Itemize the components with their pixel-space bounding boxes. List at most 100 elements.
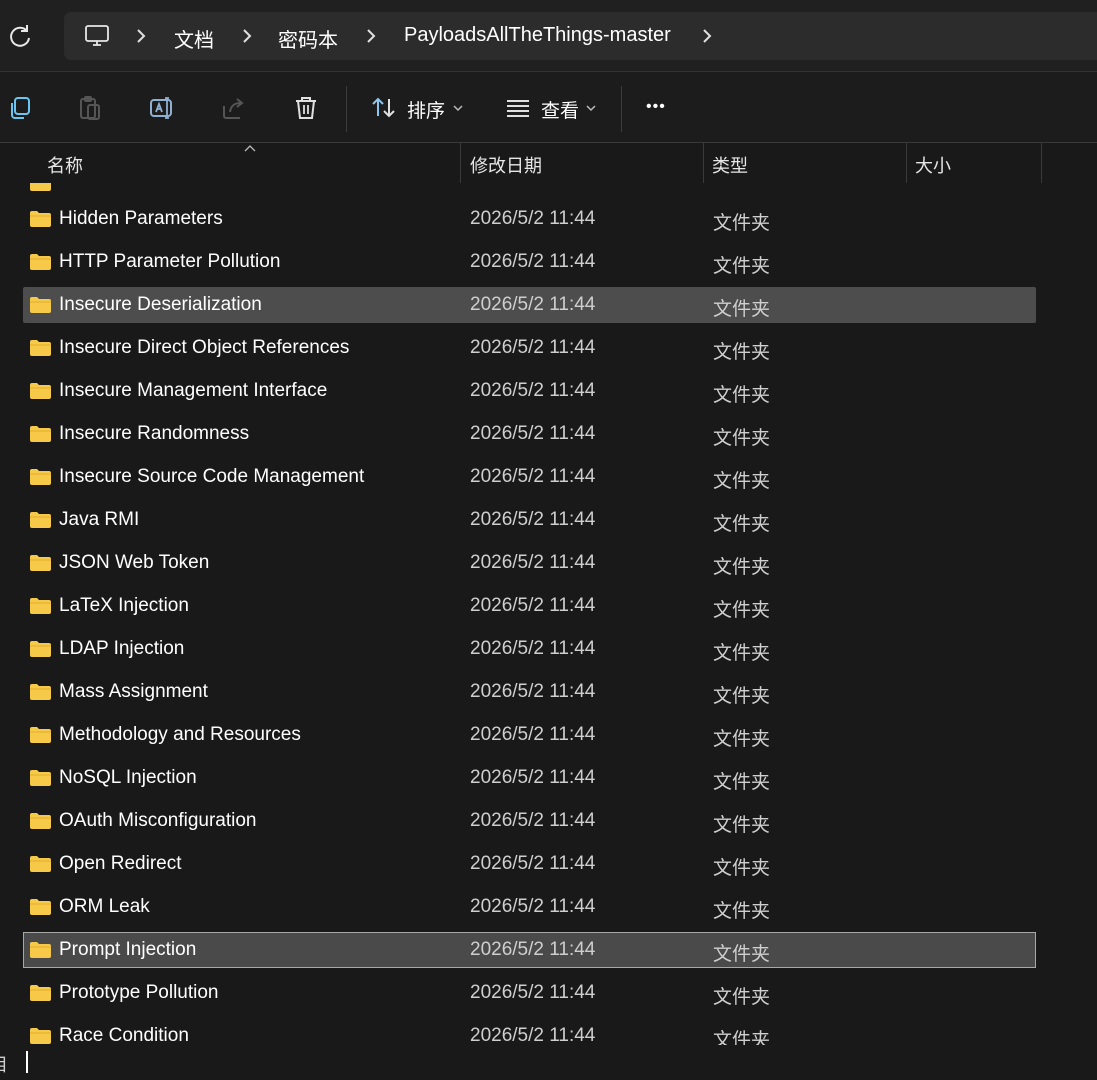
column-divider[interactable] xyxy=(906,143,907,183)
file-name[interactable]: Insecure Source Code Management xyxy=(59,466,364,488)
file-name[interactable]: Methodology and Resources xyxy=(59,724,301,746)
file-type: 文件夹 xyxy=(713,256,771,277)
folder-icon xyxy=(30,641,51,657)
file-date: 2026/5/2 11:44 xyxy=(470,208,596,229)
list-item[interactable]: Open Redirect 2026/5/2 11:44 文件夹 xyxy=(23,846,1036,882)
list-item[interactable]: Insecure Deserialization 2026/5/2 11:44 文件… xyxy=(23,287,1036,323)
list-item[interactable]: Insecure Management Interface 2026/5/2 11… xyxy=(23,373,1036,409)
file-name[interactable]: Race Condition xyxy=(59,1025,189,1045)
file-date: 2026/5/2 11:44 xyxy=(470,939,596,960)
file-date: 2026/5/2 11:44 xyxy=(470,896,596,917)
computer-icon[interactable] xyxy=(84,23,110,49)
column-name[interactable]: 名称 xyxy=(47,152,83,178)
list-item[interactable]: Insecure Source Code Management 2026/5/2 … xyxy=(23,459,1036,495)
column-divider[interactable] xyxy=(703,143,704,183)
command-bar: 排序 查看 ••• xyxy=(0,72,1097,143)
list-item[interactable]: ORM Leak 2026/5/2 11:44 文件夹 xyxy=(23,889,1036,925)
file-name[interactable]: Open Redirect xyxy=(59,853,182,875)
file-type: 文件夹 xyxy=(713,299,771,320)
file-name[interactable]: JSON Web Token xyxy=(59,552,209,574)
file-type: 文件夹 xyxy=(713,858,771,879)
list-item[interactable]: Prototype Pollution 2026/5/2 11:44 文件夹 xyxy=(23,975,1036,1011)
rename-icon[interactable] xyxy=(148,94,176,122)
address-bar-area: 文档 密码本 PayloadsAllTheThings-master xyxy=(0,0,1097,72)
list-item[interactable]: LaTeX Injection 2026/5/2 11:44 文件夹 xyxy=(23,588,1036,624)
column-size[interactable]: 大小 xyxy=(915,152,951,178)
list-item[interactable]: Methodology and Resources 2026/5/2 11:44 文… xyxy=(23,717,1036,753)
file-name[interactable]: LaTeX Injection xyxy=(59,595,189,617)
file-date: 2026/5/2 11:44 xyxy=(470,724,596,745)
list-item[interactable]: HTTP Parameter Pollution 2026/5/2 11:44 文件… xyxy=(23,244,1036,280)
chevron-down-icon[interactable] xyxy=(452,104,464,112)
folder-icon xyxy=(30,813,51,829)
file-type: 文件夹 xyxy=(713,342,771,363)
file-name[interactable]: NoSQL Injection xyxy=(59,767,197,789)
folder-icon xyxy=(30,942,51,958)
breadcrumb[interactable]: 文档 密码本 PayloadsAllTheThings-master xyxy=(64,12,1097,60)
delete-icon[interactable] xyxy=(292,94,320,122)
copy-icon[interactable] xyxy=(6,94,34,122)
folder-icon xyxy=(30,598,51,614)
text-caret xyxy=(26,1051,28,1073)
divider xyxy=(621,86,622,132)
breadcrumb-item-password-book[interactable]: 密码本 xyxy=(278,24,338,53)
file-type: 文件夹 xyxy=(713,729,771,750)
chevron-right-icon[interactable] xyxy=(364,27,378,45)
file-type: 文件夹 xyxy=(713,643,771,664)
paste-icon[interactable] xyxy=(76,94,104,122)
list-item[interactable]: NoSQL Injection 2026/5/2 11:44 文件夹 xyxy=(23,760,1036,796)
chevron-right-icon[interactable] xyxy=(240,27,254,45)
list-item[interactable]: LDAP Injection 2026/5/2 11:44 文件夹 xyxy=(23,631,1036,667)
file-name[interactable]: HTTP Parameter Pollution xyxy=(59,251,280,273)
file-date: 2026/5/2 11:44 xyxy=(470,681,596,702)
file-type: 文件夹 xyxy=(713,944,771,965)
breadcrumb-item-documents[interactable]: 文档 xyxy=(174,24,214,53)
list-item[interactable]: OAuth Misconfiguration 2026/5/2 11:44 文件夹 xyxy=(23,803,1036,839)
file-list[interactable]: Hidden Parameters 2026/5/2 11:44 文件夹 HTTP P… xyxy=(0,183,1097,1045)
share-icon[interactable] xyxy=(220,94,248,122)
list-item[interactable]: Mass Assignment 2026/5/2 11:44 文件夹 xyxy=(23,674,1036,710)
sort-button[interactable]: 排序 xyxy=(407,96,445,123)
file-date: 2026/5/2 11:44 xyxy=(470,251,596,272)
folder-icon xyxy=(30,512,51,528)
file-name[interactable]: Insecure Management Interface xyxy=(59,380,327,402)
column-divider[interactable] xyxy=(1041,143,1042,183)
column-type[interactable]: 类型 xyxy=(712,152,748,178)
column-date[interactable]: 修改日期 xyxy=(470,152,542,178)
sort-ascending-icon xyxy=(244,145,256,152)
file-name[interactable]: Mass Assignment xyxy=(59,681,208,703)
list-item-partial[interactable] xyxy=(23,183,1036,201)
file-name[interactable]: Insecure Direct Object References xyxy=(59,337,349,359)
list-item[interactable]: JSON Web Token 2026/5/2 11:44 文件夹 xyxy=(23,545,1036,581)
file-name[interactable]: Prompt Injection xyxy=(59,939,196,961)
list-item[interactable]: Insecure Randomness 2026/5/2 11:44 文件夹 xyxy=(23,416,1036,452)
folder-icon xyxy=(30,727,51,743)
list-item[interactable]: Race Condition 2026/5/2 11:44 文件夹 xyxy=(23,1018,1036,1045)
file-name[interactable]: Java RMI xyxy=(59,509,139,531)
file-name[interactable]: Hidden Parameters xyxy=(59,208,223,230)
file-name[interactable]: LDAP Injection xyxy=(59,638,184,660)
file-name[interactable]: ORM Leak xyxy=(59,896,150,918)
chevron-right-icon[interactable] xyxy=(134,27,148,45)
file-name[interactable]: Insecure Deserialization xyxy=(59,294,262,316)
view-icon[interactable] xyxy=(504,94,532,122)
file-type: 文件夹 xyxy=(713,901,771,922)
file-type: 文件夹 xyxy=(713,1030,771,1045)
more-options-button[interactable]: ••• xyxy=(646,98,666,116)
list-item[interactable]: Hidden Parameters 2026/5/2 11:44 文件夹 xyxy=(23,201,1036,237)
chevron-right-icon[interactable] xyxy=(700,27,714,45)
view-button[interactable]: 查看 xyxy=(541,96,579,123)
file-name[interactable]: Insecure Randomness xyxy=(59,423,249,445)
folder-icon xyxy=(30,426,51,442)
file-name[interactable]: OAuth Misconfiguration xyxy=(59,810,257,832)
list-item[interactable]: Java RMI 2026/5/2 11:44 文件夹 xyxy=(23,502,1036,538)
list-item[interactable]: Insecure Direct Object References 2026/5/… xyxy=(23,330,1036,366)
file-type: 文件夹 xyxy=(713,213,771,234)
refresh-icon[interactable] xyxy=(6,22,34,50)
file-name[interactable]: Prototype Pollution xyxy=(59,982,219,1004)
chevron-down-icon[interactable] xyxy=(585,104,597,112)
list-item[interactable]: Prompt Injection 2026/5/2 11:44 文件夹 xyxy=(23,932,1036,968)
column-divider[interactable] xyxy=(460,143,461,183)
breadcrumb-item-payloads[interactable]: PayloadsAllTheThings-master xyxy=(404,24,671,47)
sort-icon[interactable] xyxy=(370,94,398,122)
